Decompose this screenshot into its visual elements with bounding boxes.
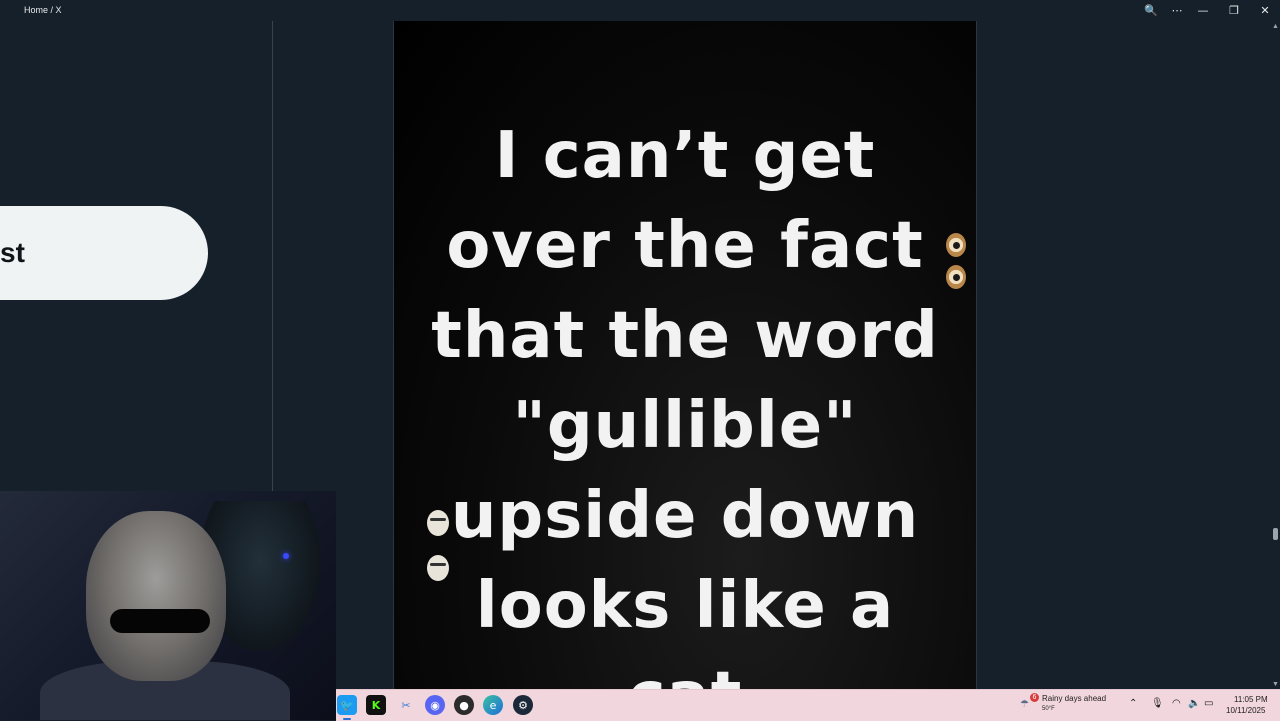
meme-line-3: that the word <box>431 299 939 373</box>
window-titlebar: Home / X 🔍 ⋯ — ❐ ✕ <box>0 0 1280 21</box>
webcam-overlay <box>0 491 336 720</box>
clock-date[interactable]: 10/11/2025 <box>1226 706 1265 715</box>
meme-line-1: I can’t get <box>494 119 876 193</box>
meme-line-6: looks like a <box>475 569 895 643</box>
eye-emoji-icon <box>946 265 966 289</box>
twitter-app-icon[interactable]: 🐦 <box>337 695 357 715</box>
chevron-up-icon[interactable]: ⌃ <box>1129 698 1137 709</box>
volume-icon[interactable]: 🔈 <box>1188 698 1200 709</box>
scroll-thumb[interactable] <box>1273 528 1278 540</box>
scroll-down-icon[interactable]: ▼ <box>1272 681 1279 688</box>
webcam-sunglasses <box>110 609 210 633</box>
snipping-tool-icon[interactable]: ✂ <box>396 695 416 715</box>
taskbar: 🐦 K ✂ ◉ ● e ⚙ ☂ 6 Rainy days ahead 50°F … <box>336 689 1280 721</box>
weather-temp: 50°F <box>1042 706 1055 712</box>
restore-button[interactable]: ❐ <box>1219 0 1249 21</box>
wifi-icon[interactable]: ◠ <box>1172 698 1181 709</box>
window-title: Home / X <box>24 5 62 15</box>
webcam-person-head <box>86 511 226 681</box>
microphone-icon[interactable]: 🎙 <box>1151 698 1164 709</box>
kick-app-icon[interactable]: K <box>366 695 386 715</box>
weather-icon[interactable]: ☂ <box>1020 699 1029 710</box>
weather-badge: 6 <box>1030 693 1039 702</box>
meme-line-7: cat <box>394 659 976 691</box>
meme-line-5: upside down <box>450 479 920 553</box>
discord-app-icon[interactable]: ◉ <box>425 695 445 715</box>
clock-time[interactable]: 11:05 PM <box>1234 695 1268 704</box>
scroll-up-icon[interactable]: ▲ <box>1272 23 1279 30</box>
sleepy-eye-emoji-icon <box>427 555 449 581</box>
hand-cursor-icon: ☝ <box>774 500 783 516</box>
post-media-image[interactable]: I can’t get over the fact that the word … <box>393 21 977 691</box>
page-scrollbar[interactable]: ▲ ▼ <box>1271 21 1280 691</box>
weather-text[interactable]: Rainy days ahead <box>1042 694 1106 703</box>
meme-line-2: over the fact <box>446 209 924 283</box>
battery-icon[interactable]: ▭ <box>1204 698 1213 709</box>
close-button[interactable]: ✕ <box>1250 0 1280 21</box>
sleepy-eye-emoji-icon <box>427 510 449 536</box>
edge-browser-icon[interactable]: e <box>483 695 503 715</box>
meme-line-4: "gullible" <box>512 389 858 463</box>
minimize-button[interactable]: — <box>1188 0 1218 21</box>
webcam-blue-light <box>283 553 289 559</box>
steam-app-icon[interactable]: ⚙ <box>513 695 533 715</box>
obs-app-icon[interactable]: ● <box>454 695 474 715</box>
post-button[interactable]: st <box>0 206 208 300</box>
post-button-label: st <box>0 237 25 268</box>
eye-emoji-icon <box>946 233 966 257</box>
